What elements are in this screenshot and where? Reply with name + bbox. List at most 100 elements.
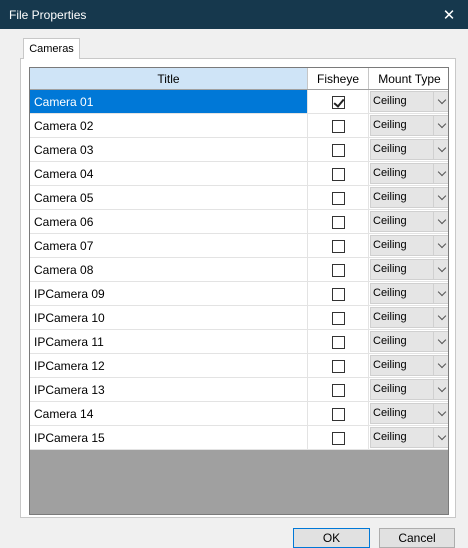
dropdown-button[interactable] <box>433 284 448 303</box>
camera-title-cell[interactable]: Camera 03 <box>30 137 308 162</box>
table-row[interactable]: Camera 06 Ceiling <box>30 209 448 234</box>
camera-title-cell[interactable]: Camera 04 <box>30 161 308 186</box>
mount-type-dropdown[interactable]: Ceiling <box>370 307 448 328</box>
camera-title-cell[interactable]: IPCamera 09 <box>30 281 308 306</box>
cancel-button[interactable]: Cancel <box>379 528 455 548</box>
grid-body: Camera 01 Ceiling Camera 02 Ceiling Camera 0… <box>30 89 448 450</box>
table-row[interactable]: IPCamera 13 Ceiling <box>30 377 448 402</box>
dropdown-button[interactable] <box>433 260 448 279</box>
mount-type-dropdown[interactable]: Ceiling <box>370 283 448 304</box>
fisheye-checkbox[interactable] <box>331 239 345 253</box>
camera-title-cell[interactable]: IPCamera 10 <box>30 305 308 330</box>
fisheye-cell <box>307 353 369 378</box>
fisheye-checkbox[interactable] <box>331 119 345 133</box>
camera-title-cell[interactable]: Camera 08 <box>30 257 308 282</box>
table-row[interactable]: Camera 01 Ceiling <box>30 89 448 114</box>
mount-type-dropdown[interactable]: Ceiling <box>370 235 448 256</box>
camera-title-cell[interactable]: Camera 05 <box>30 185 308 210</box>
fisheye-checkbox[interactable] <box>331 359 345 373</box>
mount-type-value: Ceiling <box>373 287 407 299</box>
column-header-title[interactable]: Title <box>30 68 308 90</box>
ok-button[interactable]: OK <box>293 528 370 548</box>
table-row[interactable]: Camera 08 Ceiling <box>30 257 448 282</box>
fisheye-cell <box>307 401 369 426</box>
dropdown-button[interactable] <box>433 428 448 447</box>
table-row[interactable]: Camera 14 Ceiling <box>30 401 448 426</box>
dropdown-button[interactable] <box>433 380 448 399</box>
fisheye-cell <box>307 113 369 138</box>
tab-cameras[interactable]: Cameras <box>23 38 80 59</box>
chevron-down-icon <box>437 239 446 249</box>
camera-title-cell[interactable]: IPCamera 13 <box>30 377 308 402</box>
table-row[interactable]: IPCamera 15 Ceiling <box>30 425 448 450</box>
column-header-mount-type[interactable]: Mount Type <box>368 68 448 90</box>
camera-title-cell[interactable]: Camera 02 <box>30 113 308 138</box>
fisheye-cell <box>307 257 369 282</box>
mount-type-dropdown[interactable]: Ceiling <box>370 91 448 112</box>
dropdown-button[interactable] <box>433 212 448 231</box>
camera-title-cell[interactable]: Camera 14 <box>30 401 308 426</box>
fisheye-cell <box>307 425 369 450</box>
mount-type-dropdown[interactable]: Ceiling <box>370 211 448 232</box>
fisheye-cell <box>307 137 369 162</box>
mount-type-value: Ceiling <box>373 191 407 203</box>
fisheye-checkbox[interactable] <box>331 335 345 349</box>
table-row[interactable]: Camera 03 Ceiling <box>30 137 448 162</box>
dropdown-button[interactable] <box>433 140 448 159</box>
close-icon[interactable]: ✕ <box>430 0 468 29</box>
mount-type-dropdown[interactable]: Ceiling <box>370 379 448 400</box>
camera-title-cell[interactable]: Camera 06 <box>30 209 308 234</box>
table-row[interactable]: IPCamera 11 Ceiling <box>30 329 448 354</box>
chevron-down-icon <box>437 287 446 297</box>
fisheye-cell <box>307 233 369 258</box>
table-row[interactable]: IPCamera 09 Ceiling <box>30 281 448 306</box>
dropdown-button[interactable] <box>433 404 448 423</box>
table-row[interactable]: IPCamera 12 Ceiling <box>30 353 448 378</box>
camera-title-cell[interactable]: IPCamera 15 <box>30 425 308 450</box>
camera-title-cell[interactable]: Camera 07 <box>30 233 308 258</box>
dropdown-button[interactable] <box>433 116 448 135</box>
fisheye-checkbox[interactable] <box>331 383 345 397</box>
fisheye-checkbox[interactable] <box>331 191 345 205</box>
mount-type-value: Ceiling <box>373 383 407 395</box>
dropdown-button[interactable] <box>433 188 448 207</box>
column-header-fisheye[interactable]: Fisheye <box>307 68 369 90</box>
table-row[interactable]: Camera 07 Ceiling <box>30 233 448 258</box>
fisheye-checkbox[interactable] <box>331 287 345 301</box>
table-row[interactable]: IPCamera 10 Ceiling <box>30 305 448 330</box>
camera-title-cell[interactable]: IPCamera 12 <box>30 353 308 378</box>
table-row[interactable]: Camera 02 Ceiling <box>30 113 448 138</box>
file-properties-dialog: File Properties ✕ Cameras Title Fisheye … <box>0 0 468 548</box>
table-row[interactable]: Camera 04 Ceiling <box>30 161 448 186</box>
dropdown-button[interactable] <box>433 356 448 375</box>
fisheye-checkbox[interactable] <box>331 95 345 109</box>
dropdown-button[interactable] <box>433 92 448 111</box>
mount-type-dropdown[interactable]: Ceiling <box>370 139 448 160</box>
mount-type-dropdown[interactable]: Ceiling <box>370 187 448 208</box>
fisheye-checkbox[interactable] <box>331 263 345 277</box>
mount-type-dropdown[interactable]: Ceiling <box>370 163 448 184</box>
mount-type-cell: Ceiling <box>368 401 448 426</box>
dropdown-button[interactable] <box>433 236 448 255</box>
mount-type-cell: Ceiling <box>368 281 448 306</box>
mount-type-dropdown[interactable]: Ceiling <box>370 355 448 376</box>
fisheye-cell <box>307 281 369 306</box>
mount-type-dropdown[interactable]: Ceiling <box>370 427 448 448</box>
mount-type-dropdown[interactable]: Ceiling <box>370 115 448 136</box>
mount-type-dropdown[interactable]: Ceiling <box>370 259 448 280</box>
dropdown-button[interactable] <box>433 164 448 183</box>
mount-type-dropdown[interactable]: Ceiling <box>370 331 448 352</box>
fisheye-checkbox[interactable] <box>331 407 345 421</box>
mount-type-dropdown[interactable]: Ceiling <box>370 403 448 424</box>
camera-title-cell[interactable]: IPCamera 11 <box>30 329 308 354</box>
fisheye-checkbox[interactable] <box>331 311 345 325</box>
dropdown-button[interactable] <box>433 332 448 351</box>
fisheye-checkbox[interactable] <box>331 167 345 181</box>
dropdown-button[interactable] <box>433 308 448 327</box>
fisheye-checkbox[interactable] <box>331 431 345 445</box>
table-row[interactable]: Camera 05 Ceiling <box>30 185 448 210</box>
fisheye-checkbox[interactable] <box>331 143 345 157</box>
fisheye-checkbox[interactable] <box>331 215 345 229</box>
mount-type-cell: Ceiling <box>368 185 448 210</box>
camera-title-cell[interactable]: Camera 01 <box>30 89 308 114</box>
